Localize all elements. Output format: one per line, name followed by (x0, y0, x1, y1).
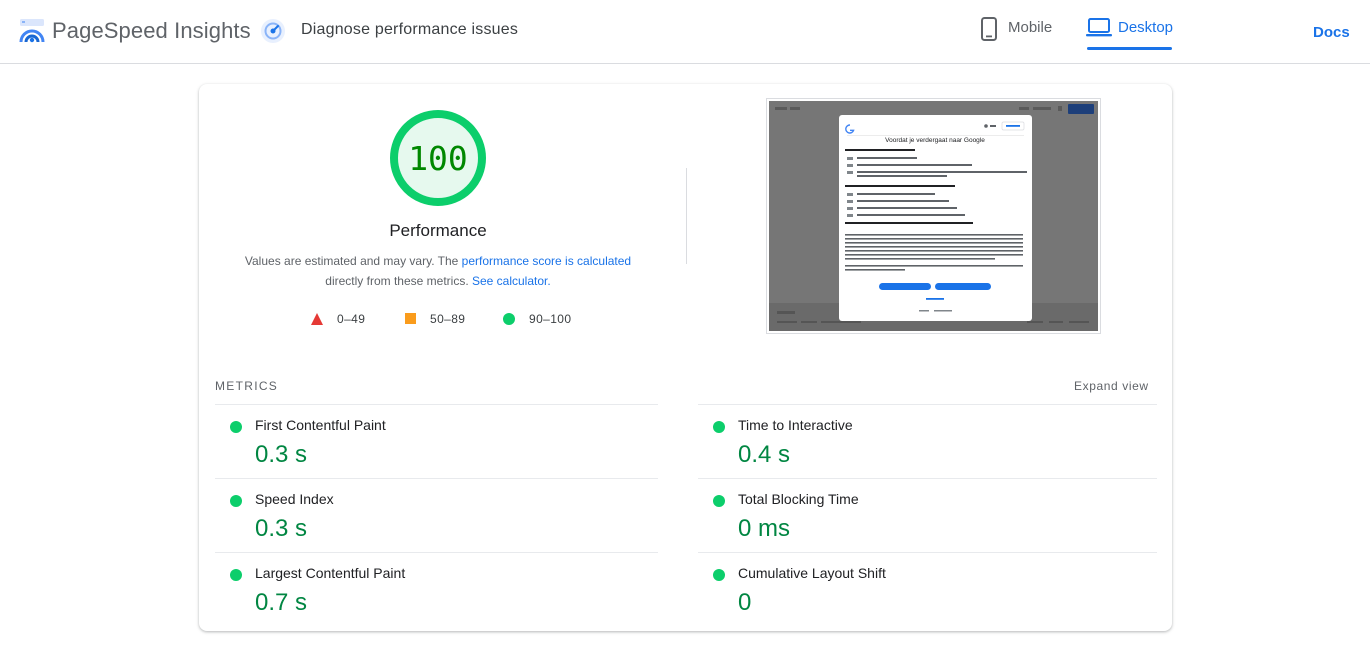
metric-value: 0.3 s (255, 515, 308, 542)
metric-fcp: First Contentful Paint 0.3 s (215, 404, 658, 478)
diagnose-label: Diagnose performance issues (301, 21, 519, 38)
screenshot-canvas: Voordat je verdergaat naar Google (769, 101, 1098, 331)
metric-value: 0 ms (738, 515, 791, 542)
docs-link[interactable]: Docs (1313, 24, 1350, 41)
fail-triangle-icon (311, 313, 323, 325)
metric-label: Time to Interactive (738, 417, 853, 433)
metric-tbt: Total Blocking Time 0 ms (698, 478, 1157, 552)
legend-fail-range: 0–49 (337, 312, 366, 326)
tab-desktop[interactable]: Desktop (1082, 0, 1180, 64)
average-square-icon (405, 313, 416, 324)
tab-mobile[interactable]: Mobile (972, 0, 1062, 64)
final-screenshot[interactable]: Voordat je verdergaat naar Google (766, 98, 1101, 334)
metric-lcp: Largest Contentful Paint 0.7 s (215, 552, 658, 626)
metric-label: Largest Contentful Paint (255, 565, 406, 581)
top-app-bar: PageSpeed Insights Diagnose performance … (0, 0, 1370, 64)
metric-cls: Cumulative Layout Shift 0 (698, 552, 1157, 626)
pass-circle-icon (230, 495, 242, 507)
report-card: 100 Performance Values are estimated and… (199, 84, 1172, 631)
desc-middle: directly from these metrics. (325, 274, 472, 288)
metric-label: Cumulative Layout Shift (738, 565, 886, 581)
pass-circle-icon (230, 569, 242, 581)
performance-score-link[interactable]: performance score is calculated (462, 254, 631, 268)
desc-prefix: Values are estimated and may vary. The (244, 254, 462, 268)
metric-value: 0.7 s (255, 589, 308, 616)
screenshot-page: Voordat je verdergaat naar Google (769, 101, 1098, 331)
performance-description: Values are estimated and may vary. The p… (233, 251, 643, 291)
tab-mobile-label: Mobile (1008, 19, 1053, 36)
metric-value: 0.4 s (738, 441, 791, 468)
diagnose-gauge-icon (261, 19, 285, 43)
metric-speed-index: Speed Index 0.3 s (215, 478, 658, 552)
pass-circle-icon (713, 569, 725, 581)
legend-average-range: 50–89 (430, 312, 466, 326)
metric-label: Speed Index (255, 491, 334, 507)
expand-view-toggle[interactable]: Expand view (1074, 379, 1149, 393)
pass-circle-icon (713, 421, 725, 433)
metric-value: 0.3 s (255, 441, 308, 468)
pass-circle-icon (503, 313, 515, 325)
metrics-heading: METRICS (215, 379, 279, 393)
active-tab-indicator (1087, 47, 1172, 50)
legend-pass-range: 90–100 (529, 312, 572, 326)
app-title[interactable]: PageSpeed Insights (52, 18, 251, 44)
laptop-icon (1086, 18, 1112, 37)
calculator-link[interactable]: See calculator. (472, 274, 551, 288)
metric-label: Total Blocking Time (738, 491, 859, 507)
tab-desktop-label: Desktop (1118, 19, 1174, 36)
metric-value: 0 (738, 589, 752, 616)
pass-circle-icon (230, 421, 242, 433)
smartphone-icon (981, 17, 997, 41)
pass-circle-icon (713, 495, 725, 507)
pagespeed-logo-icon[interactable] (18, 17, 46, 45)
metric-label: First Contentful Paint (255, 417, 386, 433)
performance-score: 100 (408, 139, 468, 178)
vertical-divider (686, 168, 687, 264)
screenshot-dialog-title: Voordat je verdergaat naar Google (885, 137, 985, 144)
metric-tti: Time to Interactive 0.4 s (698, 404, 1157, 478)
performance-title: Performance (389, 221, 487, 240)
